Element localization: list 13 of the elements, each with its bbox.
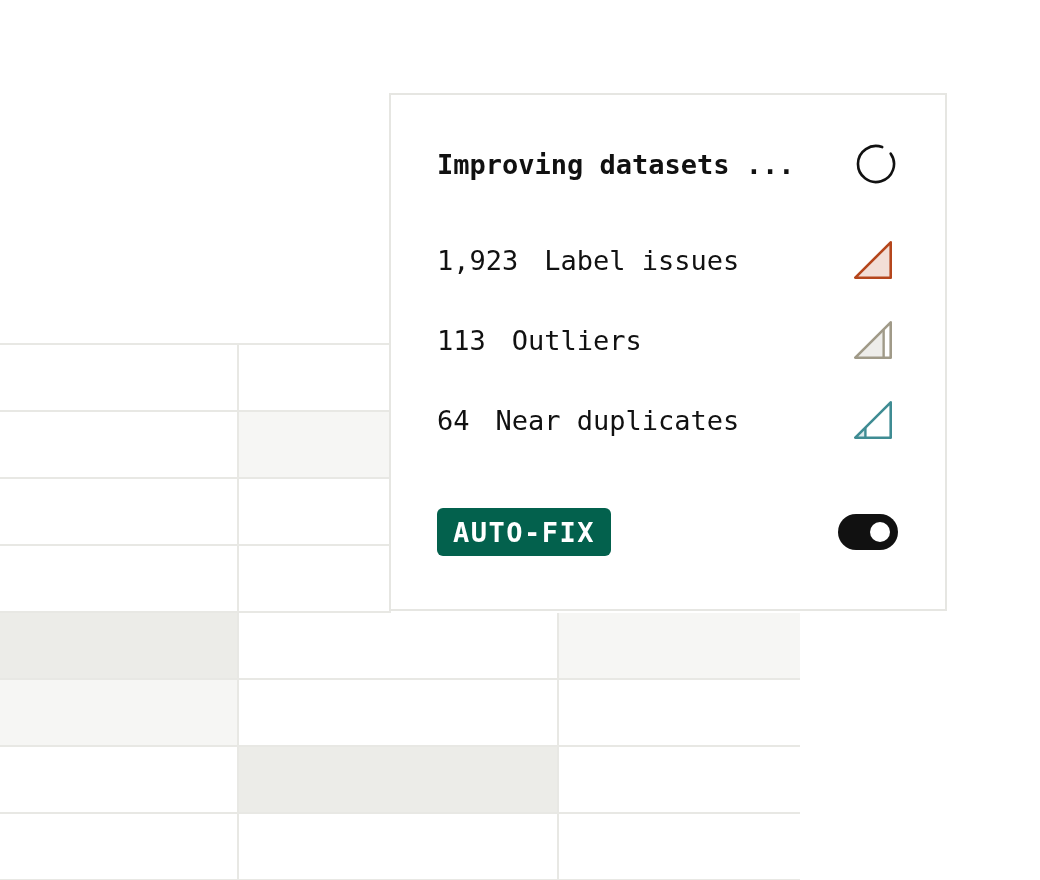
issue-count: 1,923 — [437, 244, 519, 276]
issue-label: Near duplicates — [495, 404, 741, 436]
issue-count: 64 — [437, 404, 470, 436]
issue-count: 113 — [437, 324, 486, 356]
issue-label: Outliers — [511, 324, 643, 356]
triangle-meter-icon — [854, 321, 892, 359]
triangle-meter-icon — [854, 241, 892, 279]
issue-label: Label issues — [544, 244, 741, 276]
status-title: Improving datasets ... — [437, 148, 795, 180]
loading-spinner-icon — [856, 144, 896, 184]
auto-fix-toggle[interactable] — [838, 514, 898, 550]
triangle-meter-icon — [854, 401, 892, 439]
auto-fix-badge: AUTO-FIX — [437, 508, 612, 556]
